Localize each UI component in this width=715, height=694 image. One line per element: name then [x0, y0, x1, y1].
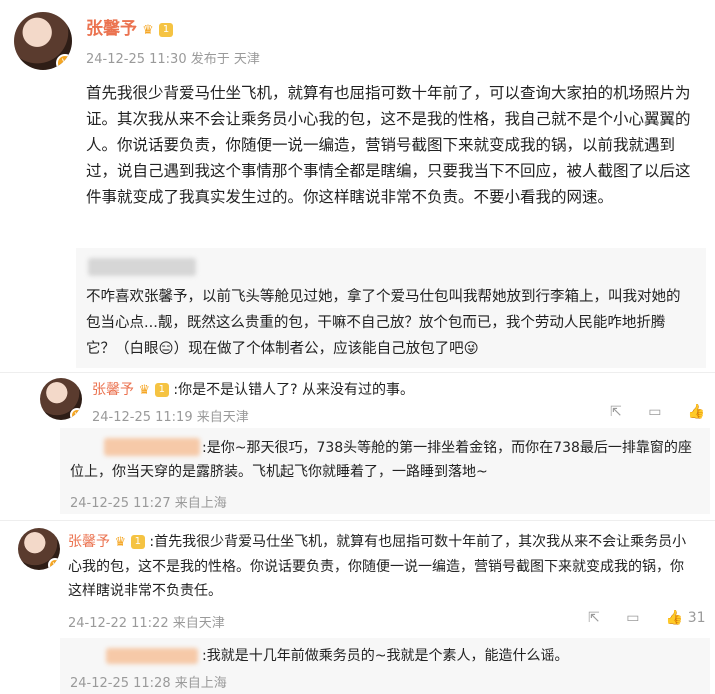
reply-meta: 24-12-25 11:28 来自上海 — [70, 676, 227, 691]
like-icon[interactable]: 👍 — [666, 610, 683, 626]
quoted-post-text: 不咋喜欢张馨予，以前飞头等舱见过她，拿了个爱马仕包叫我帮她放到行李箱上，叫我对她… — [86, 289, 681, 357]
comment-meta: 24-12-22 11:22 来自天津 — [68, 616, 225, 631]
comment-avatar[interactable]: V — [18, 528, 60, 570]
post-meta: 24-12-25 11:30 发布于 天津 — [86, 52, 260, 67]
comment-line: 张馨予 ♛ 1 :首先我很少背爱马仕坐飞机，就算有也屈指可数十年前了，其次我从来… — [68, 530, 696, 603]
reply-text: :是你~那天很巧，738头等舱的第一排坐着金铭，而你在738最后一排靠窗的座位上… — [70, 440, 692, 480]
like-count: 31 — [687, 610, 706, 626]
verified-badge-icon: V — [48, 558, 60, 570]
comment-text: :你是不是认错人了? 从来没有过的事。 — [173, 382, 414, 398]
crown-icon: ♛ — [114, 535, 127, 550]
comment-meta: 24-12-25 11:19 来自天津 — [92, 410, 249, 425]
level-badge: 1 — [130, 535, 145, 549]
verified-badge-icon: V — [70, 408, 82, 420]
crown-icon: ♛ — [138, 383, 151, 398]
like-icon[interactable]: 👍 — [688, 404, 705, 420]
post-author-avatar[interactable]: V — [14, 12, 72, 70]
comment-author-name[interactable]: 张馨予 — [92, 382, 134, 398]
blurred-username — [88, 258, 196, 276]
comment-author-name[interactable]: 张馨予 — [68, 534, 110, 550]
comment-icon[interactable]: ▭ — [626, 610, 639, 626]
post-text: 首先我很少背爱马仕坐飞机，就算有也屈指可数十年前了，可以查询大家拍的机场照片为证… — [86, 84, 691, 206]
share-icon[interactable]: ⇱ — [588, 610, 600, 626]
share-icon[interactable]: ⇱ — [610, 404, 622, 420]
comment-icon[interactable]: ▭ — [648, 404, 661, 420]
post-author-row: 张馨予 ♛ 1 — [86, 14, 174, 39]
comment-line: 张馨予 ♛ 1 :你是不是认错人了? 从来没有过的事。 — [92, 378, 692, 403]
verified-badge-icon: V — [56, 54, 72, 70]
post-author-name[interactable]: 张馨予 — [86, 19, 137, 39]
comment-actions: ⇱ ▭ 👍 — [610, 404, 705, 420]
reply-meta: 24-12-25 11:27 来自上海 — [70, 496, 227, 511]
divider — [0, 520, 715, 521]
reply-text: :我就是十几年前做乘务员的~我就是个素人，能造什么谣。 — [202, 648, 569, 664]
divider — [0, 372, 715, 373]
comment-text: :首先我很少背爱马仕坐飞机，就算有也屈指可数十年前了，其次我从来不会让乘务员小心… — [68, 534, 687, 599]
comment-avatar[interactable]: V — [40, 378, 82, 420]
crown-icon: ♛ — [142, 23, 154, 38]
level-badge: 1 — [158, 22, 174, 37]
comment-actions: ⇱ ▭ 👍 31 — [588, 610, 706, 626]
level-badge: 1 — [154, 383, 169, 397]
